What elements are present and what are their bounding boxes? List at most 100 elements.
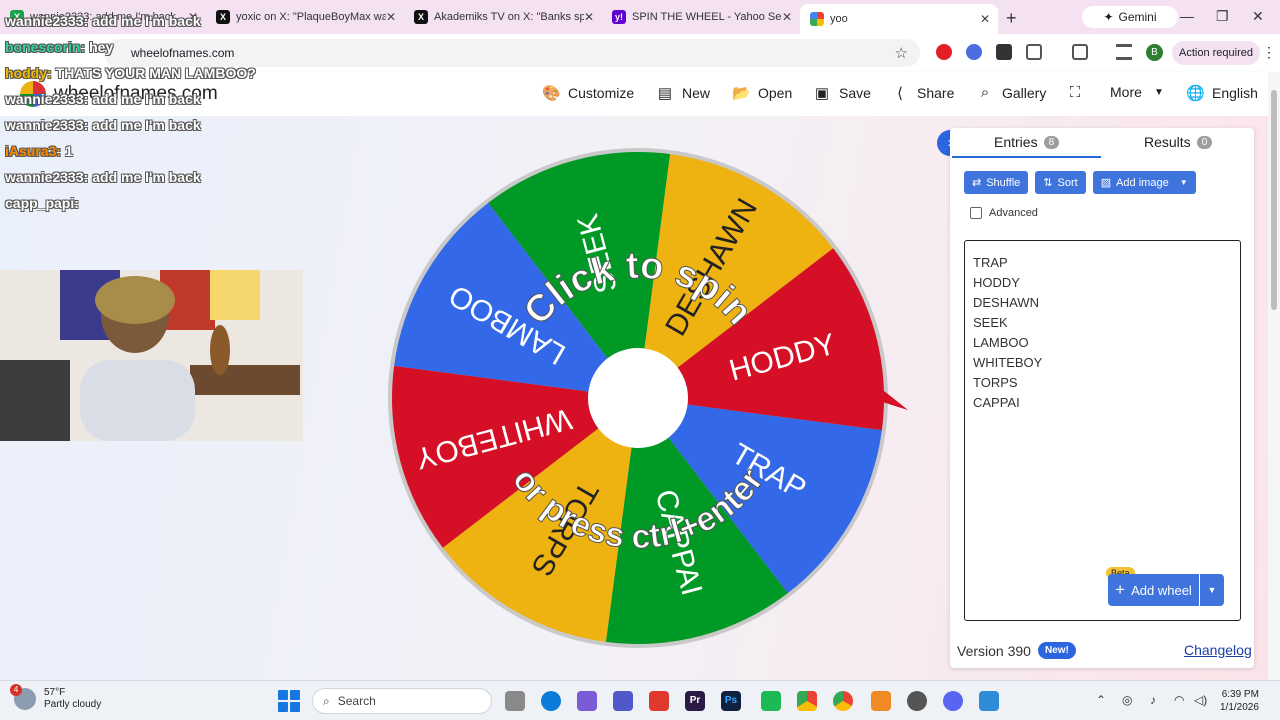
chat-message: capp_papi: [5,190,256,216]
search-icon: ⌕ [323,693,330,708]
premiere-icon[interactable]: Pr [685,691,705,711]
browser-tab[interactable]: y! SPIN THE WHEEL - Yahoo Searc ✕ [602,4,800,30]
entry-line: CAPPAI [973,395,1020,410]
bookmark-star-icon[interactable]: ☆ [895,44,908,62]
scrollbar-thumb[interactable] [1271,90,1277,310]
chat-username: bonescorin: [5,39,86,55]
sort-button[interactable]: ⇅ Sort [1035,171,1086,194]
app-icon[interactable] [871,691,891,711]
new-button[interactable]: ▤ New [656,84,710,102]
chat-username: wannie2333: [5,117,89,133]
more-menu-button[interactable]: More ▼ [1110,84,1168,100]
tray-chevron-up-icon[interactable]: ⌃ [1096,693,1106,707]
advanced-toggle[interactable]: Advanced [970,207,1038,219]
chat-username: wannie2333: [5,13,89,29]
extension-icon[interactable] [966,44,982,60]
tab-results[interactable]: Results 0 [1144,134,1213,150]
tray-app-icon[interactable]: ◎ [1122,693,1132,707]
chat-username: capp_papi: [5,195,79,211]
chat-message: bonescorin: hey [5,34,256,60]
chrome-icon[interactable] [833,691,853,711]
copilot-icon[interactable] [577,691,597,711]
share-button[interactable]: ⟨ Share [891,84,954,102]
extension-icon[interactable] [936,44,952,60]
fullscreen-button[interactable]: ⛶ [1066,84,1084,101]
webcam-overlay [0,270,303,441]
maximize-icon[interactable]: ❐ [1216,8,1229,25]
start-button[interactable] [278,690,300,712]
discord-icon[interactable] [943,691,963,711]
extension-icon[interactable] [996,44,1012,60]
new-tab-button[interactable]: + [1006,8,1017,29]
browser-tab[interactable]: X Akademiks TV on X: "Banks spe ✕ [404,4,602,30]
chevron-down-icon: ▼ [1179,178,1188,187]
tab-entries[interactable]: Entries 8 [994,134,1060,150]
chat-username: iAsura3: [5,143,62,159]
screen-search-icon[interactable] [1072,44,1088,60]
profile-avatar[interactable]: B [1146,44,1163,61]
chat-message: iAsura3: 1 [5,138,256,164]
browser-tab-active[interactable]: yoo ✕ [800,4,998,34]
teams-icon[interactable] [613,691,633,711]
action-required-button[interactable]: Action required [1172,41,1260,65]
entries-count-badge: 8 [1043,135,1060,149]
shuffle-button[interactable]: ⇄ Shuffle [964,171,1029,194]
file-icon: ▤ [657,85,673,102]
system-clock[interactable]: 6:39 PM 1/1/2026 [1220,688,1259,714]
close-icon[interactable]: ✕ [386,10,396,24]
media-controls-icon[interactable] [1116,44,1132,60]
yahoo-icon: y! [612,10,626,24]
gallery-button[interactable]: ⌕ Gallery [976,84,1047,101]
edge-icon[interactable] [541,691,561,711]
close-icon[interactable]: ✕ [584,10,594,24]
close-icon[interactable]: ✕ [980,12,990,26]
task-view-icon[interactable] [505,691,525,711]
gemini-button[interactable]: ✦ Gemini [1082,6,1178,28]
save-button[interactable]: ▣ Save [813,84,871,102]
entries-textarea[interactable]: TRAP HODDY DESHAWN SEEK LAMBOO WHITEBOY TORPS C… [964,240,1241,621]
wheel-center[interactable] [588,348,688,448]
cloud-icon: 4 [10,684,36,710]
chat-text: hey [89,39,114,55]
extensions-puzzle-icon[interactable] [1026,44,1042,60]
spin-wheel[interactable]: TRAPCAPPAITORPSWHITEBOYLAMBOOSEEK DESHAWN… [380,140,920,660]
changelog-link[interactable]: Changelog [1184,642,1252,658]
chat-username: hoddy: [5,65,52,81]
plus-icon: + [1115,580,1126,599]
add-image-button[interactable]: ▨ Add image ▼ [1092,171,1196,194]
weather-widget[interactable]: 4 57°F Partly cloudy [10,684,101,711]
wifi-icon[interactable]: ◠ [1174,693,1184,707]
taskbar-search[interactable]: ⌕ Search [312,688,492,714]
entries-panel: Entries 8 Results 0 ⇄ Shuffle ⇅ Sort ▨ Add … [950,128,1254,668]
customize-button[interactable]: 🎨 Customize [542,84,634,102]
window-close-icon[interactable]: ✕ [1252,8,1264,25]
chat-username: wannie2333: [5,169,89,185]
close-icon[interactable]: ✕ [782,10,792,24]
language-button[interactable]: 🌐 English [1186,84,1258,102]
browser-menu-icon[interactable]: ⋮ [1262,44,1276,61]
open-button[interactable]: 📂 Open [732,84,792,102]
microphone-icon[interactable]: ♪ [1150,693,1156,707]
volume-icon[interactable]: ◁) [1194,693,1207,707]
notepad-icon[interactable] [979,691,999,711]
photoshop-icon[interactable]: Ps [721,691,741,711]
search-icon: ⌕ [980,84,990,101]
entry-line: TRAP [973,255,1008,270]
obs-icon[interactable] [907,691,927,711]
folder-open-icon: 📂 [732,85,751,102]
entry-line: TORPS [973,375,1018,390]
sort-icon: ⇅ [1043,177,1053,189]
advanced-checkbox[interactable] [970,207,982,219]
page-scrollbar[interactable] [1268,72,1280,680]
chevron-down-icon: ▼ [1207,585,1217,595]
app-icon[interactable] [649,691,669,711]
minimize-icon[interactable]: — [1180,8,1194,24]
app-icon[interactable] [761,691,781,711]
entry-line: LAMBOO [973,335,1029,350]
add-wheel-dropdown[interactable]: ▼ [1200,574,1224,606]
chrome-icon[interactable] [797,691,817,711]
results-count-badge: 0 [1196,135,1213,149]
new-badge[interactable]: New! [1037,642,1076,659]
google-icon [810,12,824,26]
add-wheel-button[interactable]: + Add wheel [1108,574,1199,606]
